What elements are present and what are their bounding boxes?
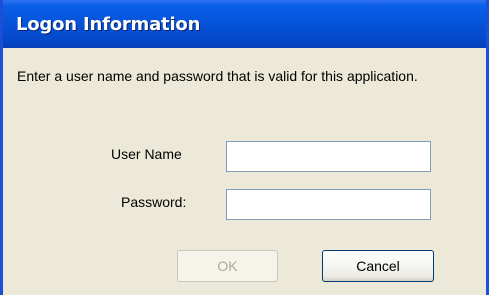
- username-label: User Name: [111, 146, 182, 162]
- ok-button[interactable]: OK: [177, 250, 278, 282]
- instruction-text: Enter a user name and password that is v…: [17, 68, 418, 84]
- dialog-body: Enter a user name and password that is v…: [3, 48, 486, 295]
- title-bar[interactable]: Logon Information: [3, 0, 486, 48]
- cancel-button[interactable]: Cancel: [322, 250, 434, 282]
- password-label: Password:: [121, 194, 187, 210]
- logon-dialog: Logon Information Enter a user name and …: [0, 0, 489, 295]
- password-input[interactable]: [226, 189, 431, 220]
- username-input[interactable]: [226, 141, 431, 172]
- window-title: Logon Information: [16, 13, 201, 35]
